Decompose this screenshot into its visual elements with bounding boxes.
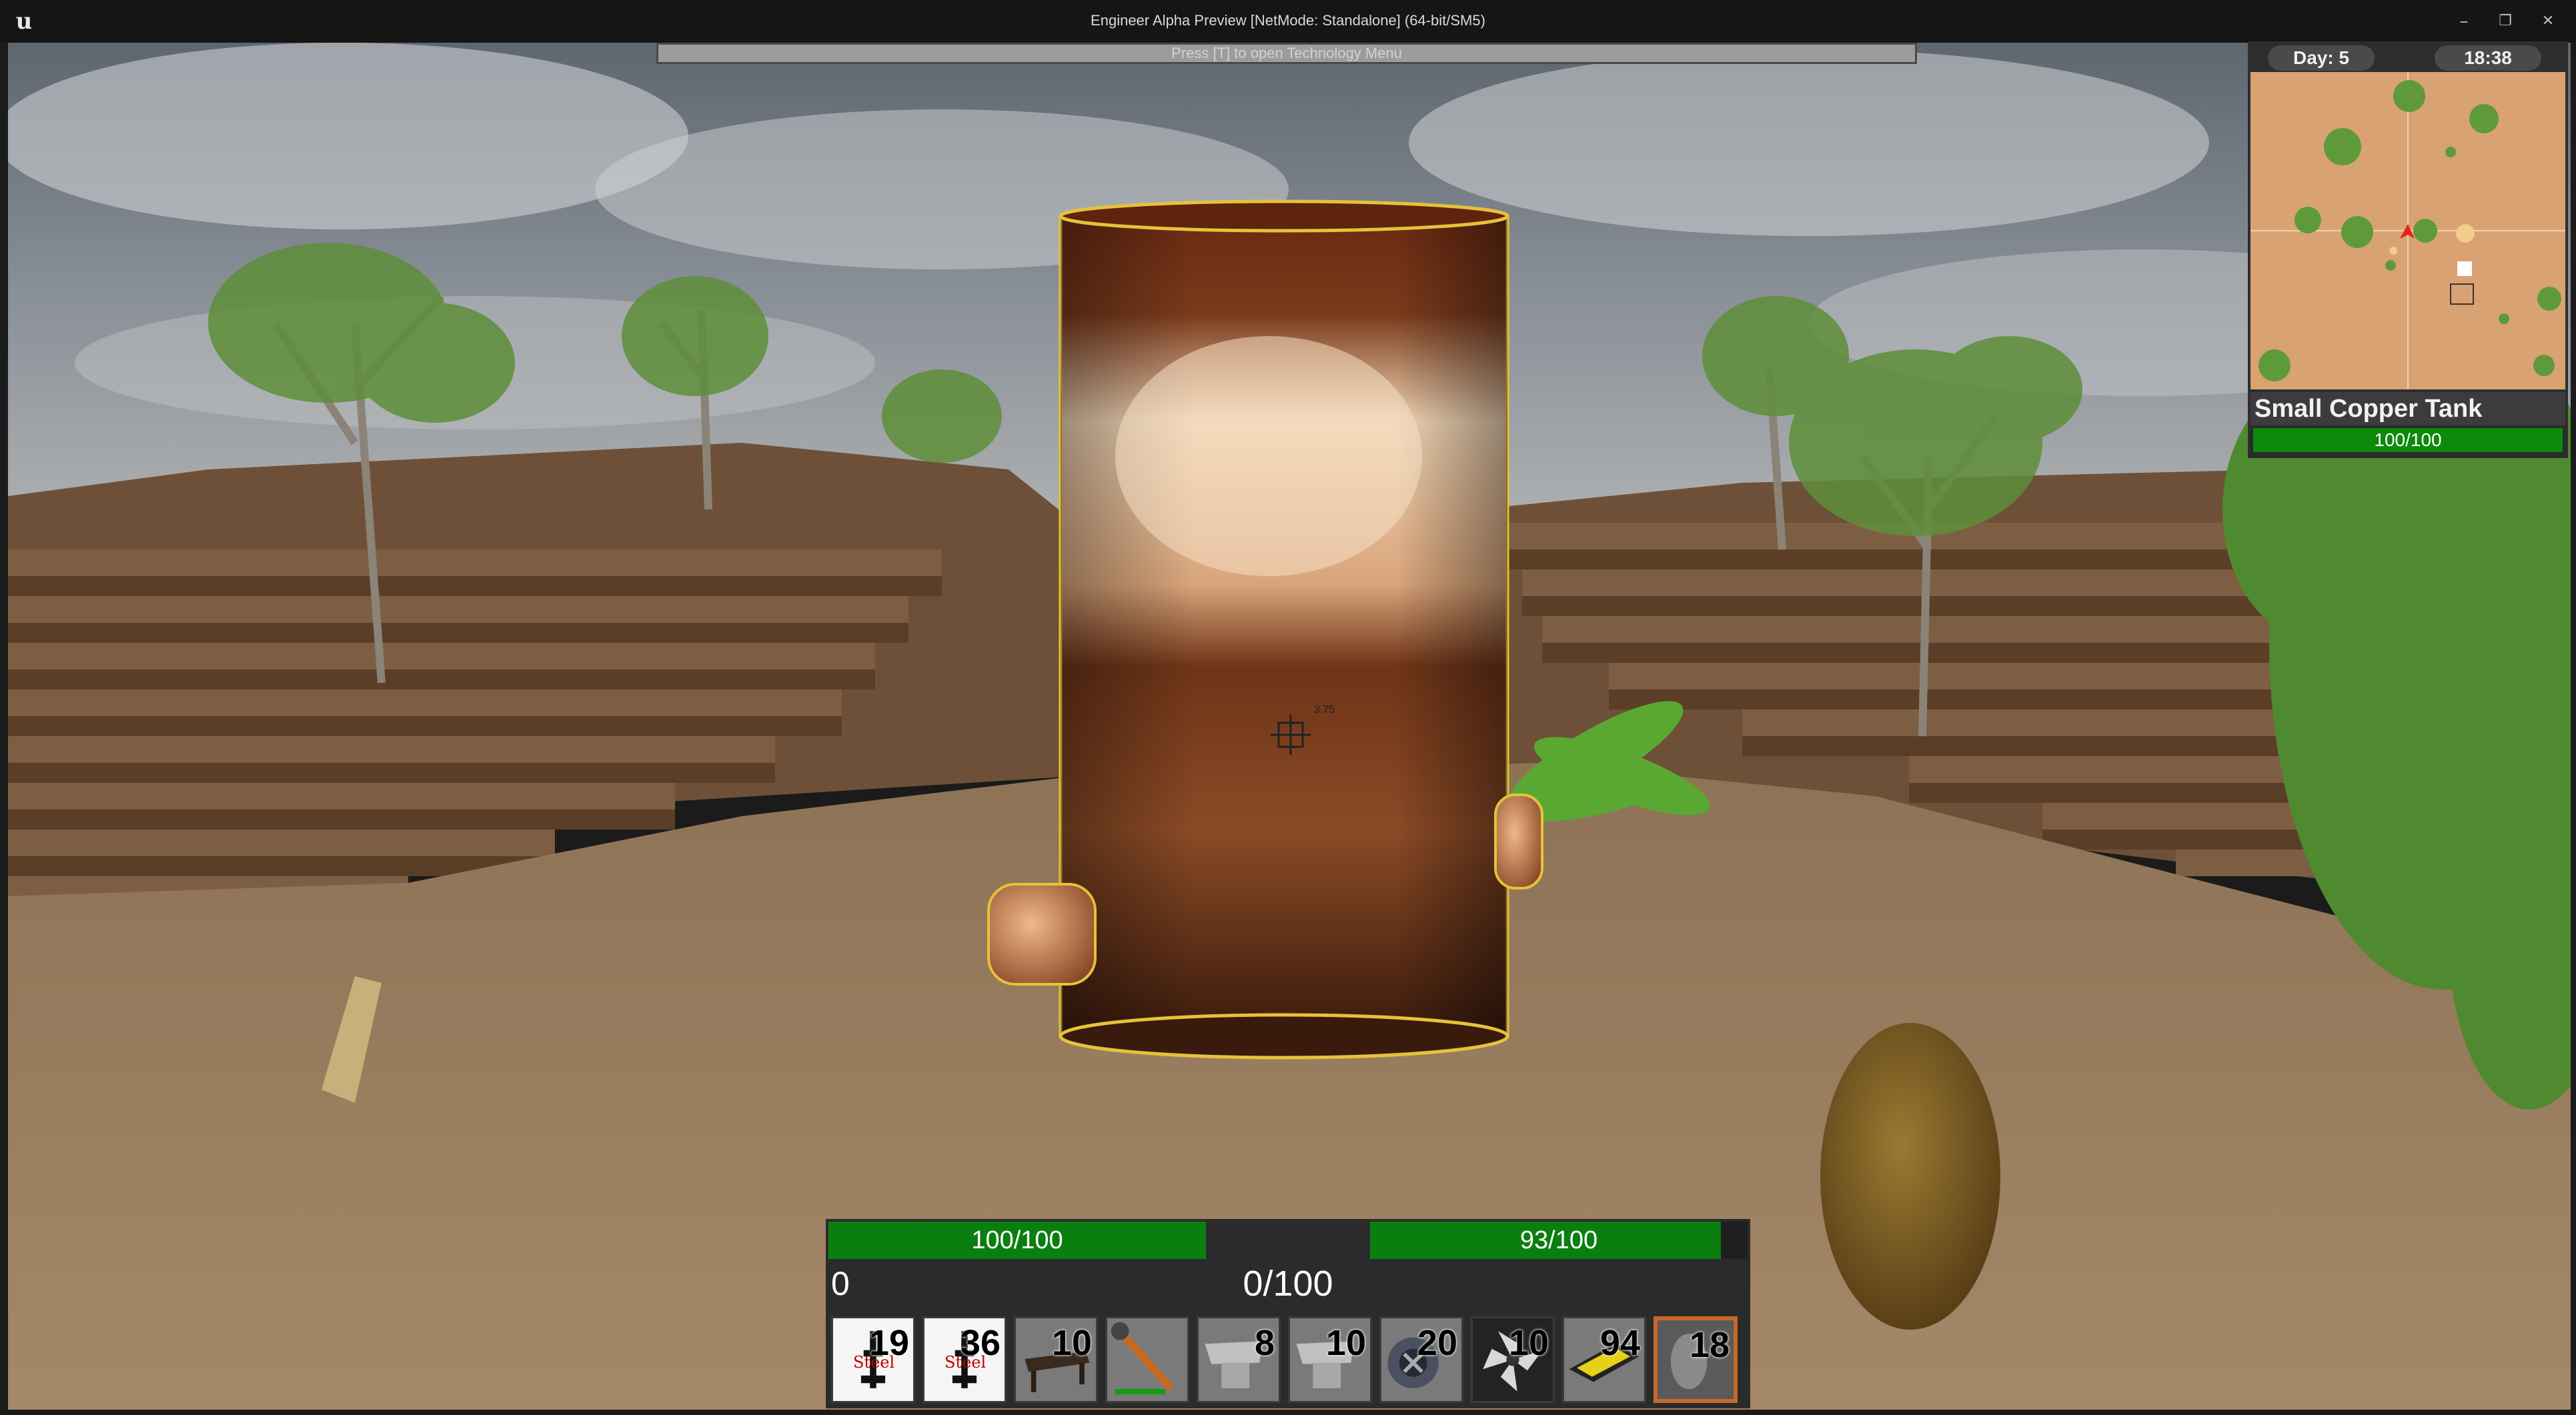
game-clock: 18:38 xyxy=(2435,45,2541,71)
health-bar: 100/100 xyxy=(828,1222,1206,1259)
day-counter: Day: 5 xyxy=(2268,45,2375,71)
window-title: Engineer Alpha Preview [NetMode: Standal… xyxy=(1091,12,1485,29)
window-titlebar: u Engineer Alpha Preview [NetMode: Stand… xyxy=(0,0,2576,43)
player-hud: 100/100 93/100 0 0/100 Steel 19 Steel 36 10 8… xyxy=(826,1219,1750,1408)
hotbar-slot-5[interactable]: 8 xyxy=(1197,1316,1281,1403)
game-viewport[interactable] xyxy=(8,43,2571,1410)
restore-button[interactable]: ❐ xyxy=(2491,7,2520,36)
stamina-bar: 93/100 xyxy=(1370,1222,1748,1259)
target-name: Small Copper Tank xyxy=(2250,392,2565,425)
target-health-bar: 100/100 xyxy=(2250,425,2565,455)
slot-count: 18 xyxy=(1689,1325,1730,1365)
slot-count: 94 xyxy=(1599,1323,1640,1363)
hotbar-slot-6[interactable]: 10 xyxy=(1288,1316,1372,1403)
stamina-bar-label: 93/100 xyxy=(1519,1226,1598,1254)
crosshair-distance: 3.75 xyxy=(1314,704,1335,716)
durability-bar xyxy=(1115,1389,1165,1394)
hotbar-slot-4[interactable] xyxy=(1105,1316,1189,1403)
capacity-counter: 0/100 xyxy=(1243,1264,1333,1304)
technology-hint-bar: Press [T] to open Technology Menu xyxy=(656,43,1917,64)
slot-count: 10 xyxy=(1051,1323,1092,1363)
minimap[interactable] xyxy=(2250,72,2565,389)
health-bar-label: 100/100 xyxy=(971,1226,1063,1254)
hotbar-slot-10[interactable]: 18 xyxy=(1654,1316,1738,1403)
hotbar-slot-3[interactable]: 10 xyxy=(1014,1316,1098,1403)
hotbar: Steel 19 Steel 36 10 8 10 20 10 94 18 xyxy=(831,1316,1746,1403)
target-health-label: 100/100 xyxy=(2374,429,2442,450)
hotbar-slot-8[interactable]: 10 xyxy=(1471,1316,1555,1403)
game-scene xyxy=(8,43,2571,1410)
slot-count: 8 xyxy=(1254,1323,1275,1363)
minimize-button[interactable]: – xyxy=(2449,7,2479,36)
copper-tank xyxy=(987,199,1543,1060)
slot-count: 10 xyxy=(1508,1323,1549,1363)
minimap-panel: Day: 5 18:38 Small Copper Tank 100/100 xyxy=(2248,41,2568,458)
slot-count: 36 xyxy=(960,1323,1001,1363)
slot-count: 10 xyxy=(1325,1323,1366,1363)
hotbar-slot-2[interactable]: Steel 36 xyxy=(922,1316,1007,1403)
hotbar-slot-9[interactable]: 94 xyxy=(1562,1316,1646,1403)
slot-count: 19 xyxy=(868,1323,909,1363)
hotbar-slot-1[interactable]: Steel 19 xyxy=(831,1316,915,1403)
slot-count: 20 xyxy=(1417,1323,1457,1363)
hotbar-slot-7[interactable]: 20 xyxy=(1379,1316,1463,1403)
close-button[interactable]: ✕ xyxy=(2533,7,2563,36)
